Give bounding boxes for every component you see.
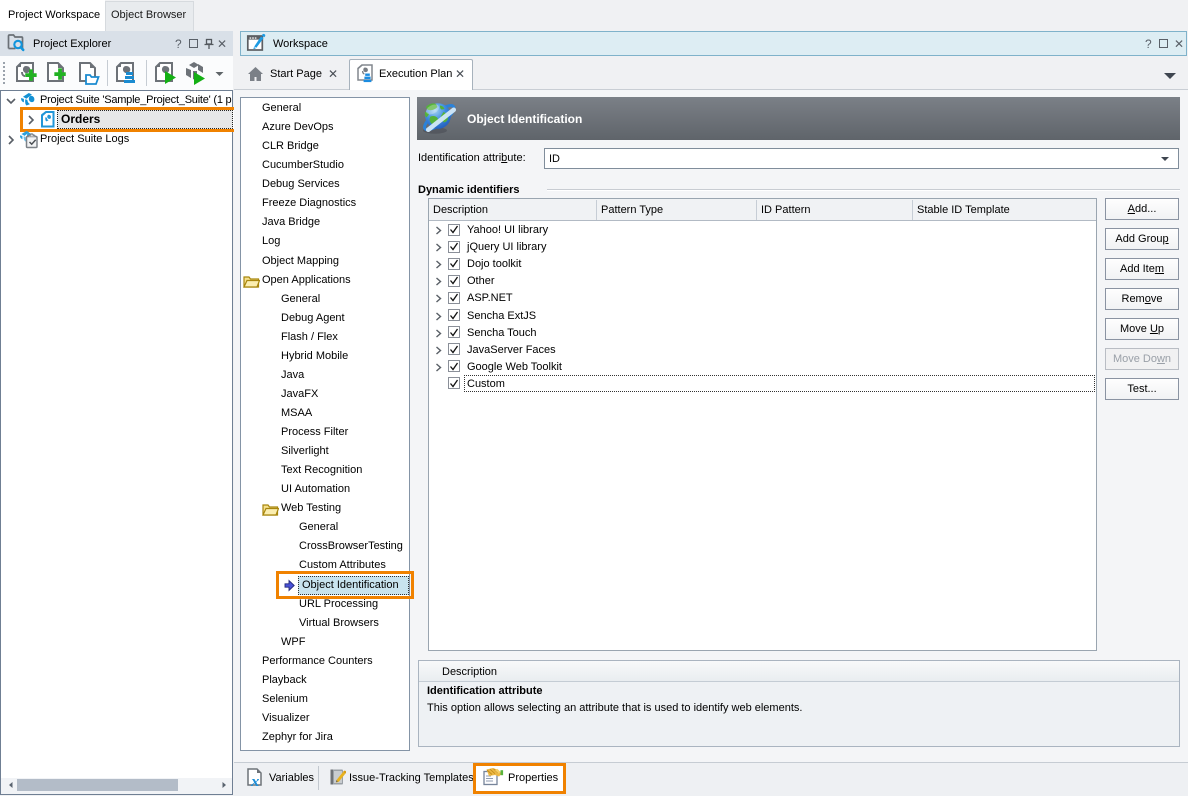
svg-text:x: x xyxy=(250,774,259,787)
